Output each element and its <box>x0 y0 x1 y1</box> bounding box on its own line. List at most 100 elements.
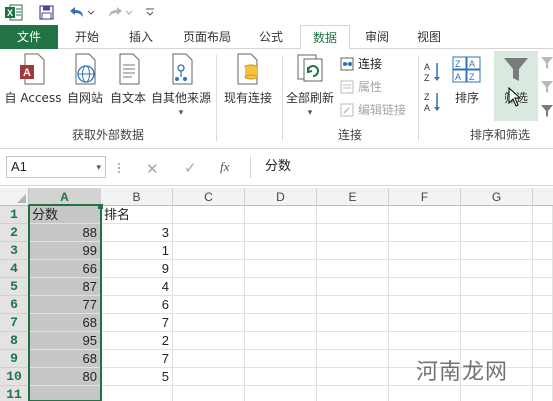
properties-button[interactable]: 属性 <box>340 78 382 95</box>
from-web-button[interactable]: 自网站 <box>64 53 106 106</box>
cell-empty[interactable] <box>533 260 553 278</box>
cell-empty[interactable] <box>533 350 553 368</box>
cell-empty[interactable] <box>317 278 389 296</box>
cell-empty[interactable] <box>533 278 553 296</box>
row-header[interactable]: 8 <box>0 332 29 350</box>
cell-empty[interactable] <box>389 332 461 350</box>
cell-empty[interactable] <box>461 206 533 224</box>
from-other-sources-button[interactable]: 自其他来源 ▾ <box>150 53 212 118</box>
select-all-corner[interactable] <box>0 188 29 206</box>
refresh-all-button[interactable]: 全部刷新 ▾ <box>284 53 336 118</box>
filter-button[interactable]: 筛选 <box>494 51 538 121</box>
cell-empty[interactable] <box>461 278 533 296</box>
cell-empty[interactable] <box>173 278 245 296</box>
cell-empty[interactable] <box>317 206 389 224</box>
row-header[interactable]: 7 <box>0 314 29 332</box>
cell-empty[interactable] <box>389 260 461 278</box>
cell-empty[interactable] <box>245 242 317 260</box>
cell-b[interactable]: 7 <box>101 350 173 368</box>
cell-empty[interactable] <box>533 314 553 332</box>
cell-b[interactable]: 3 <box>101 224 173 242</box>
row-header[interactable]: 11 <box>0 386 29 401</box>
cell-empty[interactable] <box>317 296 389 314</box>
from-access-button[interactable]: A 自 Access <box>4 53 62 106</box>
cell-empty[interactable] <box>389 296 461 314</box>
cell-a[interactable]: 77 <box>29 296 101 314</box>
cell-empty[interactable] <box>245 296 317 314</box>
name-box-dropdown-icon[interactable]: ▾ <box>96 157 101 177</box>
cell-empty[interactable] <box>317 224 389 242</box>
customize-qat-icon[interactable] <box>142 3 158 21</box>
cell-b[interactable] <box>101 386 173 401</box>
cell-empty[interactable] <box>173 314 245 332</box>
cell-empty[interactable] <box>245 314 317 332</box>
sort-button[interactable]: ZAAZ 排序 <box>448 53 486 106</box>
cell-empty[interactable] <box>173 224 245 242</box>
cell-a[interactable]: 分数 <box>29 206 101 224</box>
cell-empty[interactable] <box>245 278 317 296</box>
tab-review[interactable]: 审阅 <box>354 25 400 49</box>
cell-empty[interactable] <box>389 278 461 296</box>
enter-entry-icon[interactable]: ✓ <box>184 159 197 177</box>
connections-button[interactable]: 连接 <box>340 55 382 72</box>
tab-file[interactable]: 文件 <box>0 25 58 49</box>
cell-empty[interactable] <box>173 260 245 278</box>
insert-function-icon[interactable]: fx <box>220 159 229 175</box>
cell-b[interactable]: 5 <box>101 368 173 386</box>
row-header[interactable]: 1 <box>0 206 29 224</box>
column-header-g[interactable]: G <box>461 188 533 206</box>
sort-descending-button[interactable]: ZA <box>424 91 442 113</box>
cell-empty[interactable] <box>317 260 389 278</box>
tab-formulas[interactable]: 公式 <box>248 25 294 49</box>
cell-empty[interactable] <box>533 224 553 242</box>
cell-empty[interactable] <box>533 296 553 314</box>
cell-empty[interactable] <box>173 242 245 260</box>
cell-empty[interactable] <box>533 332 553 350</box>
column-header-f[interactable]: F <box>389 188 461 206</box>
cell-empty[interactable] <box>461 296 533 314</box>
from-text-button[interactable]: 自文本 <box>108 53 148 106</box>
sort-ascending-button[interactable]: AZ <box>424 61 442 83</box>
cell-empty[interactable] <box>245 386 317 401</box>
tab-page-layout[interactable]: 页面布局 <box>172 25 242 49</box>
cell-empty[interactable] <box>317 368 389 386</box>
cell-empty[interactable] <box>461 332 533 350</box>
cell-empty[interactable] <box>533 368 553 386</box>
cell-empty[interactable] <box>533 386 553 401</box>
cell-empty[interactable] <box>173 332 245 350</box>
cell-a[interactable]: 87 <box>29 278 101 296</box>
row-header[interactable]: 6 <box>0 296 29 314</box>
cell-empty[interactable] <box>461 242 533 260</box>
tab-data[interactable]: 数据 <box>300 25 350 50</box>
cell-empty[interactable] <box>173 296 245 314</box>
cell-empty[interactable] <box>245 350 317 368</box>
cell-b[interactable]: 4 <box>101 278 173 296</box>
cell-empty[interactable] <box>461 314 533 332</box>
cell-b[interactable]: 排名 <box>101 206 173 224</box>
edit-links-button[interactable]: 编辑链接 <box>340 101 406 118</box>
cell-empty[interactable] <box>461 224 533 242</box>
save-icon[interactable] <box>36 3 56 21</box>
cell-empty[interactable] <box>389 242 461 260</box>
column-header-e[interactable]: E <box>317 188 389 206</box>
cell-empty[interactable] <box>173 386 245 401</box>
cell-empty[interactable] <box>173 350 245 368</box>
cell-empty[interactable] <box>389 314 461 332</box>
cell-empty[interactable] <box>317 242 389 260</box>
name-box[interactable]: A1 ▾ <box>6 156 106 178</box>
cell-a[interactable]: 68 <box>29 350 101 368</box>
cell-empty[interactable] <box>317 350 389 368</box>
formula-bar-grip-icon[interactable] <box>117 162 121 174</box>
cell-a[interactable]: 88 <box>29 224 101 242</box>
cell-a[interactable]: 95 <box>29 332 101 350</box>
cell-a[interactable] <box>29 386 101 401</box>
fill-handle[interactable] <box>98 204 103 209</box>
cancel-entry-icon[interactable]: ✕ <box>146 160 159 178</box>
column-header-d[interactable]: D <box>245 188 317 206</box>
tab-view[interactable]: 视图 <box>406 25 452 49</box>
cell-empty[interactable] <box>389 386 461 401</box>
cell-empty[interactable] <box>389 224 461 242</box>
column-header-a[interactable]: A <box>29 188 101 206</box>
row-header[interactable]: 5 <box>0 278 29 296</box>
cell-empty[interactable] <box>245 224 317 242</box>
